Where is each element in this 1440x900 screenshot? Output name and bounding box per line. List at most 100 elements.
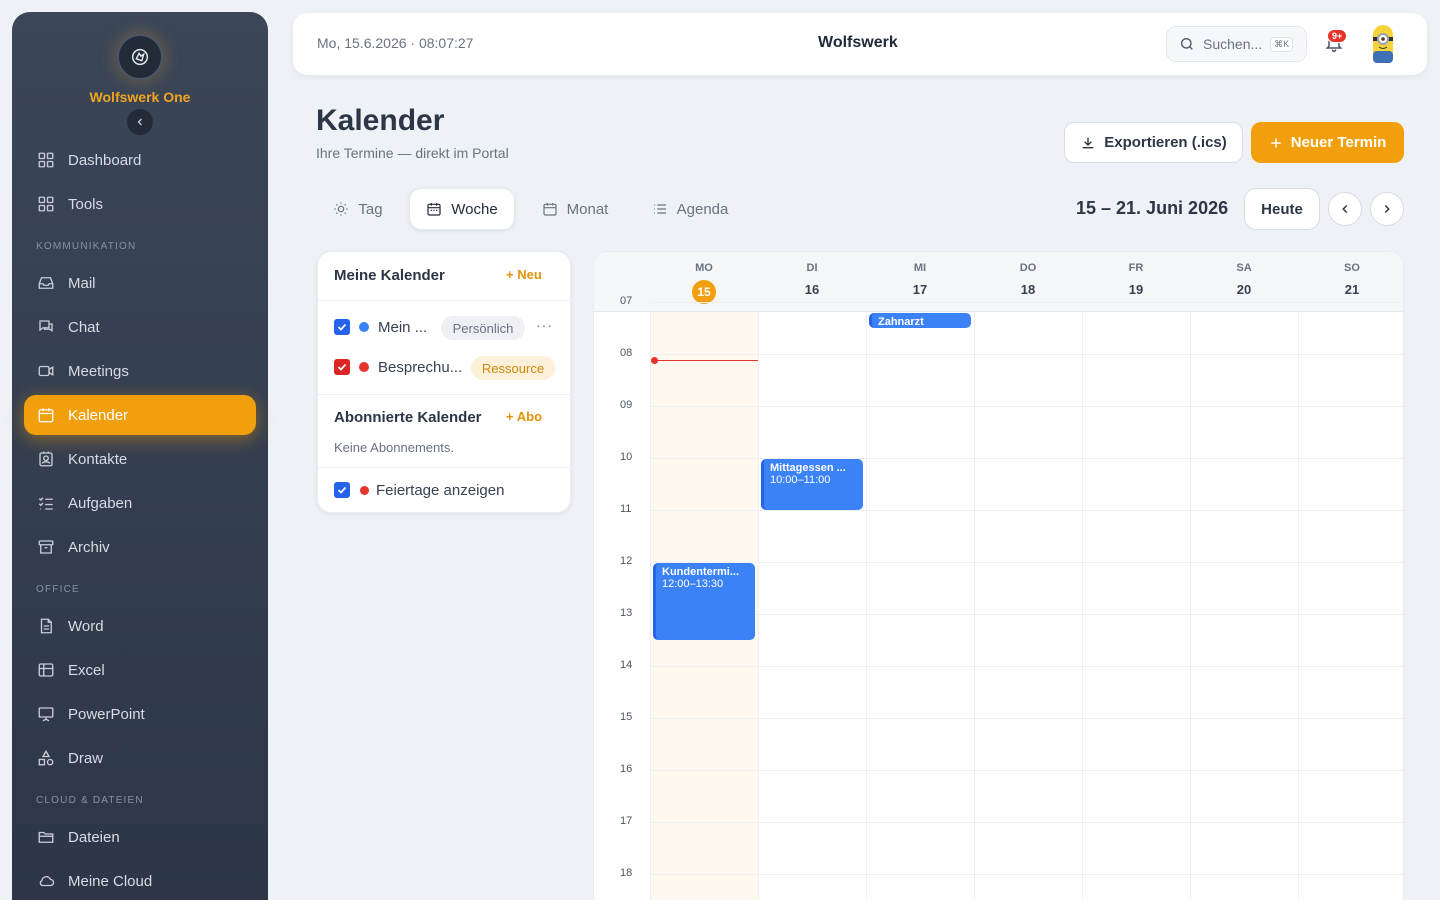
page-subtitle: Ihre Termine — direkt im Portal [316, 145, 509, 161]
current-time-line [654, 360, 758, 361]
search-box[interactable]: Suchen... ⌘K [1166, 26, 1307, 62]
event-time: 12:00–13:30 [662, 578, 724, 590]
add-calendar-button[interactable]: + Neu [506, 267, 542, 282]
hour-line [650, 302, 1403, 303]
calendar-type-tag: Persönlich [441, 316, 525, 340]
chevron-right-icon [1384, 204, 1390, 214]
calendar-icon [36, 405, 56, 425]
sidebar-item-aufgaben[interactable]: Aufgaben [24, 483, 256, 523]
day-date: 18 [1020, 282, 1036, 297]
holidays-label: Feiertage anzeigen [376, 482, 505, 499]
calendar-name[interactable]: Besprechu... [378, 359, 462, 376]
chevron-left-icon [1342, 204, 1348, 214]
sidebar-item-draw[interactable]: Draw [24, 738, 256, 778]
day-header-do[interactable]: DO 18 [974, 252, 1082, 312]
column-divider [758, 312, 759, 900]
section-kommunikation: KOMMUNIKATION [36, 241, 137, 252]
hour-label: 11 [620, 503, 632, 515]
tab-tag[interactable]: Tag [318, 188, 398, 230]
next-week-button[interactable] [1370, 192, 1404, 226]
day-header-di[interactable]: DI 16 [758, 252, 866, 312]
column-divider [1082, 312, 1083, 900]
hour-line [650, 822, 1403, 823]
brand-logo[interactable] [117, 34, 163, 80]
plus-icon: + [506, 409, 517, 424]
sidebar-item-meetings[interactable]: Meetings [24, 351, 256, 391]
sidebar-item-archiv[interactable]: Archiv [24, 527, 256, 567]
wolf-logo-icon [131, 48, 149, 66]
calendar-event[interactable]: Mittagessen ... 10:00–11:00 [761, 459, 863, 510]
column-divider [866, 312, 867, 900]
current-datetime: Mo, 15.6.2026 · 08:07:27 [317, 35, 474, 51]
sidebar-item-powerpoint[interactable]: PowerPoint [24, 694, 256, 734]
sidebar-item-label: Dateien [68, 828, 120, 846]
check-icon [337, 363, 347, 371]
sidebar-item-label: Dashboard [68, 151, 142, 169]
add-subscription-button[interactable]: + Abo [506, 409, 542, 424]
calendar-checkbox[interactable] [334, 319, 350, 335]
calendar-name[interactable]: Mein ... [378, 319, 427, 336]
tab-label: Monat [566, 200, 609, 218]
hour-label: 10 [620, 451, 633, 463]
sidebar-item-meine-cloud[interactable]: Meine Cloud [24, 861, 256, 900]
more-options-icon[interactable]: ··· [536, 317, 553, 333]
previous-week-button[interactable] [1328, 192, 1362, 226]
day-date: 21 [1344, 282, 1360, 297]
sidebar-item-mail[interactable]: Mail [24, 263, 256, 303]
tab-woche[interactable]: Woche [409, 188, 515, 230]
day-date: 19 [1128, 282, 1144, 297]
hour-line [650, 718, 1403, 719]
new-event-button[interactable]: Neuer Termin [1251, 122, 1404, 163]
tab-label: Tag [358, 200, 383, 218]
sidebar-item-label: Draw [68, 749, 104, 767]
day-header-so[interactable]: SO 21 [1298, 252, 1403, 312]
today-date-badge: 15 [692, 280, 716, 304]
video-icon [36, 361, 56, 381]
user-avatar[interactable] [1368, 23, 1398, 65]
sidebar-item-label: Kontakte [68, 450, 128, 468]
hour-label: 09 [620, 399, 633, 411]
calendar-checkbox[interactable] [334, 359, 350, 375]
calendar-event[interactable]: Kundentermi... 12:00–13:30 [653, 563, 755, 640]
day-name: DO [1019, 262, 1037, 274]
sidebar-item-dateien[interactable]: Dateien [24, 817, 256, 857]
day-name: MI [913, 262, 927, 274]
tab-label: Agenda [676, 200, 729, 218]
tab-agenda[interactable]: Agenda [638, 188, 742, 230]
export-ics-button[interactable]: Exportieren (.ics) [1064, 122, 1243, 163]
calendar-event[interactable]: Zahnarzt [869, 313, 971, 328]
plus-icon: + [506, 267, 518, 282]
today-button[interactable]: Heute [1244, 188, 1320, 230]
divider [318, 300, 572, 301]
tasks-icon [36, 493, 56, 513]
sidebar-item-label: Aufgaben [68, 494, 133, 512]
notification-count-badge: 9+ [1327, 29, 1348, 43]
sidebar-item-tools[interactable]: Tools [24, 184, 256, 224]
divider [318, 467, 572, 468]
day-header-fr[interactable]: FR 19 [1082, 252, 1190, 312]
sidebar-item-word[interactable]: Word [24, 606, 256, 646]
collapse-sidebar-button[interactable] [127, 109, 153, 135]
sidebar-item-kontakte[interactable]: Kontakte [24, 439, 256, 479]
hour-label: 18 [620, 867, 633, 879]
table-icon [36, 660, 56, 680]
divider [318, 394, 572, 395]
tab-monat[interactable]: Monat [528, 188, 622, 230]
sidebar-item-chat[interactable]: Chat [24, 307, 256, 347]
holidays-checkbox[interactable] [334, 482, 350, 498]
sidebar-item-label: Meetings [68, 362, 129, 380]
day-header-mo[interactable]: MO 15 [650, 252, 758, 312]
calendar-color-dot [359, 322, 369, 332]
day-header-sa[interactable]: SA 20 [1190, 252, 1298, 312]
sidebar-item-kalender[interactable]: Kalender [24, 395, 256, 435]
hour-label: 17 [620, 815, 633, 827]
export-label: Exportieren (.ics) [1104, 134, 1227, 151]
day-header-mi[interactable]: MI 17 [866, 252, 974, 312]
calendar-list-panel: Meine Kalender + Neu Mein ... Persönlich… [317, 251, 572, 513]
sidebar-item-dashboard[interactable]: Dashboard [24, 140, 256, 180]
hour-label: 15 [620, 711, 633, 723]
sidebar-item-excel[interactable]: Excel [24, 650, 256, 690]
day-name: DI [806, 262, 818, 274]
column-divider [974, 312, 975, 900]
sidebar-item-label: PowerPoint [68, 705, 145, 723]
